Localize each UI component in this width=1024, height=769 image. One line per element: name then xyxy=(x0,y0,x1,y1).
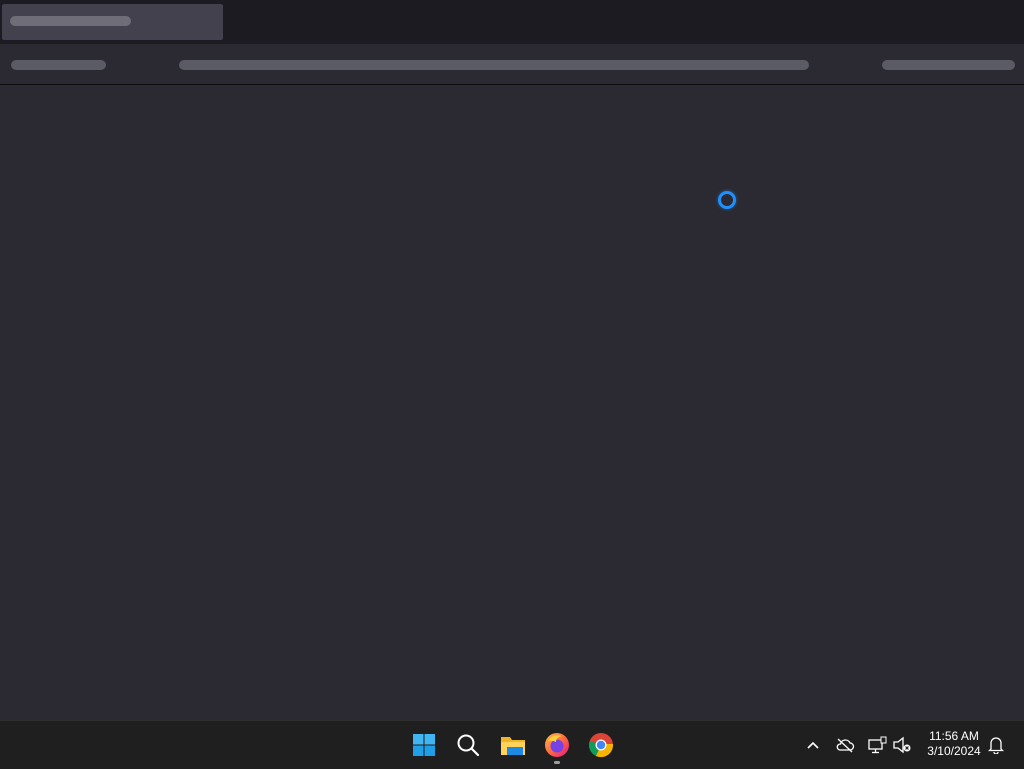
search-icon[interactable] xyxy=(452,729,484,761)
nav-buttons-placeholder xyxy=(11,60,106,70)
clock-date: 3/10/2024 xyxy=(927,744,981,758)
windows-start-icon[interactable] xyxy=(408,729,440,761)
chrome-icon[interactable] xyxy=(585,729,617,761)
browser-tab[interactable] xyxy=(2,4,223,40)
chevron-up-icon[interactable] xyxy=(801,733,825,757)
taskbar: 11:56 AM 3/10/2024 xyxy=(0,720,1024,769)
clock-time: 11:56 AM xyxy=(929,729,979,743)
file-explorer-icon[interactable] xyxy=(497,729,529,761)
browser-titlebar xyxy=(0,0,1024,44)
system-clock[interactable]: 11:56 AM 3/10/2024 xyxy=(918,729,990,761)
bell-icon[interactable] xyxy=(984,733,1008,757)
firefox-icon[interactable] xyxy=(541,729,573,761)
toolbar-actions-placeholder xyxy=(882,60,1015,70)
tab-title-placeholder xyxy=(10,16,131,26)
page-content xyxy=(0,85,1024,720)
address-bar-placeholder[interactable] xyxy=(179,60,809,70)
network-disconnected-icon[interactable] xyxy=(865,733,889,757)
cloud-offline-icon[interactable] xyxy=(833,733,857,757)
firefox-running-indicator xyxy=(554,761,560,764)
browser-toolbar xyxy=(0,44,1024,85)
loading-spinner-icon xyxy=(718,191,736,209)
volume-muted-icon[interactable] xyxy=(890,733,914,757)
